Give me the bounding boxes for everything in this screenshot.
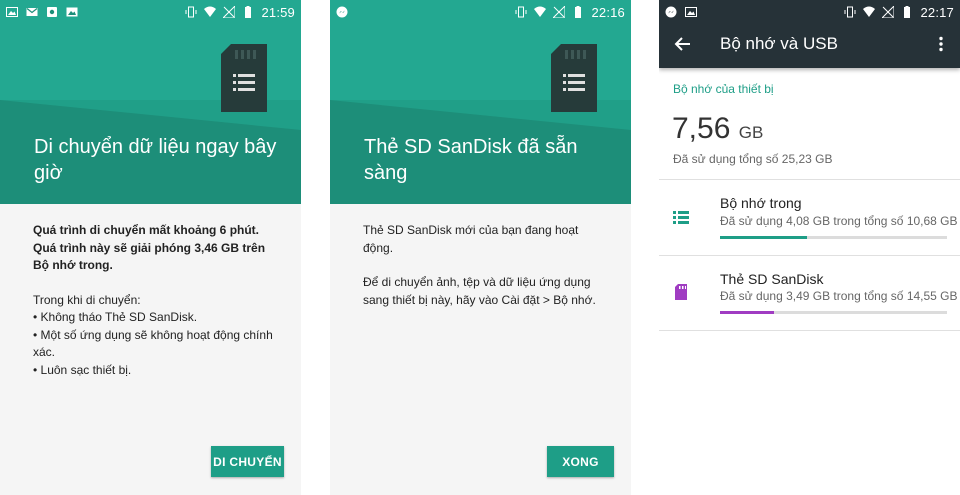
section-header: Bộ nhớ của thiết bị	[673, 82, 774, 96]
mail-icon	[26, 8, 38, 16]
ready-info: Thẻ SD SanDisk mới của bạn đang hoạt độn…	[363, 222, 608, 309]
battery-icon	[904, 6, 911, 18]
status-time: 22:16	[591, 4, 625, 20]
messenger-icon	[336, 6, 348, 18]
hero-header: Thẻ SD SanDisk đã sẵn sàng	[330, 0, 631, 204]
storage-progress-bar	[720, 236, 947, 239]
vibrate-icon	[185, 6, 197, 18]
wifi-icon	[534, 6, 547, 17]
sd-card-progress-bar	[720, 311, 947, 314]
no-signal-icon	[882, 6, 895, 18]
battery-icon	[245, 6, 252, 18]
wifi-icon	[204, 6, 217, 17]
no-signal-icon	[223, 6, 236, 18]
storage-usb-screen: 22:17 Bộ nhớ và USB Bộ nhớ của thiết bị …	[659, 0, 960, 495]
sd-card-icon	[675, 284, 687, 300]
total-summary: Đã sử dụng tổng số 25,23 GB	[673, 152, 833, 166]
bullet-item: • Không tháo Thẻ SD SanDisk.	[33, 310, 198, 324]
image-icon	[685, 7, 697, 17]
total-unit: GB	[738, 123, 764, 142]
battery-icon	[575, 6, 582, 18]
messenger-icon	[665, 6, 677, 18]
status-bar: 22:17	[659, 0, 960, 24]
sd-card-title: Thẻ SD SanDisk	[720, 271, 824, 287]
status-time: 21:59	[261, 4, 295, 20]
status-bar: 22:16	[330, 0, 631, 24]
page-title: Bộ nhớ và USB	[720, 34, 838, 53]
move-intro: Trong khi di chuyển:	[33, 292, 141, 307]
vibrate-icon	[515, 6, 527, 18]
hero-header: Di chuyển dữ liệu ngay bây giờ	[0, 0, 301, 204]
bullet-item: • Luôn sạc thiết bị.	[33, 362, 132, 377]
total-value: 7,56	[672, 112, 731, 145]
move-button[interactable]: DI CHUYỂN	[211, 446, 284, 477]
vibrate-icon	[844, 6, 856, 18]
bullet-item: • Một số ứng dụng sẽ không hoạt động chí…	[33, 327, 273, 360]
image-icon	[6, 7, 18, 17]
gallery-icon	[47, 7, 57, 17]
sd-card-illustration-icon	[551, 44, 597, 112]
move-summary: Quá trình di chuyển mất khoảng 6 phút. Q…	[33, 223, 266, 272]
status-time: 22:17	[920, 4, 954, 20]
status-bar: 21:59	[0, 0, 301, 24]
page-title: Di chuyển dữ liệu ngay bây giờ	[34, 136, 277, 184]
move-data-screen: Di chuyển dữ liệu ngay bây giờ 21:59 Quá…	[0, 0, 301, 495]
done-button[interactable]: XONG	[547, 446, 614, 477]
sd-card-progress-fill	[720, 311, 775, 314]
ready-message: Thẻ SD SanDisk mới của bạn đang hoạt độn…	[363, 223, 579, 255]
total-used: 7,56 GB	[672, 112, 763, 146]
storage-title: Bộ nhớ trong	[720, 195, 802, 211]
move-info: Quá trình di chuyển mất khoảng 6 phút. Q…	[33, 222, 278, 379]
storage-usage: Đã sử dụng 4,08 GB trong tổng số 10,68 G…	[720, 214, 958, 228]
page-title: Thẻ SD SanDisk đã sẵn sàng	[364, 136, 578, 184]
storage-progress-fill	[720, 236, 807, 239]
storage-list-icon	[673, 211, 689, 224]
app-bar: 22:17 Bộ nhớ và USB	[659, 0, 960, 68]
wifi-icon	[863, 6, 876, 17]
more-vert-icon[interactable]	[935, 36, 947, 52]
back-arrow-icon[interactable]	[674, 35, 692, 53]
sd-ready-screen: Thẻ SD SanDisk đã sẵn sàng 22:16 Thẻ SD …	[330, 0, 631, 495]
photo-icon	[66, 7, 78, 17]
no-signal-icon	[553, 6, 566, 18]
move-hint: Để di chuyển ảnh, tệp và dữ liệu ứng dụn…	[363, 275, 596, 307]
sd-card-usage: Đã sử dụng 3,49 GB trong tổng số 14,55 G…	[720, 289, 958, 303]
sd-card-illustration-icon	[221, 44, 267, 112]
